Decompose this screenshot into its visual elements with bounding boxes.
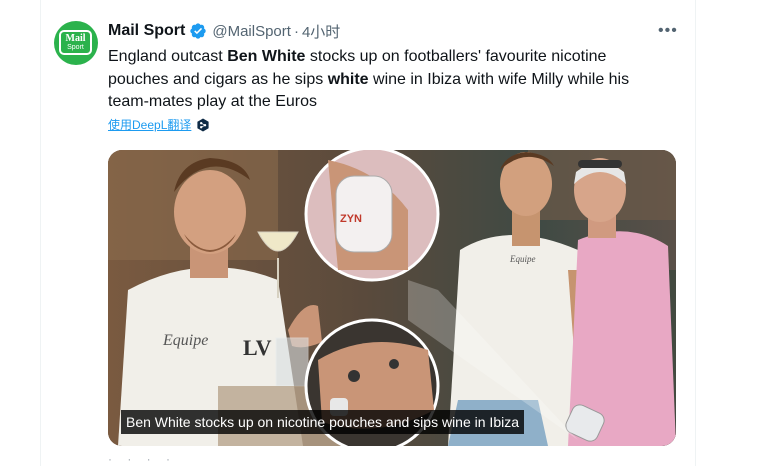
tweet-text: England outcast Ben White stocks up on f… <box>108 48 630 110</box>
svg-text:Equipe: Equipe <box>162 332 208 349</box>
post-time[interactable]: 4小时 <box>302 21 340 42</box>
water-glass <box>275 337 309 387</box>
account-handle[interactable]: @MailSport <box>212 23 291 40</box>
zoom-circle-top: ZYN <box>304 150 440 282</box>
tweet-header: Mail Sport @MailSport · 4小时 <box>108 20 340 42</box>
photo-scene: Equipe LV Equipe ZYN <box>108 150 676 446</box>
image-caption: Ben White stocks up on nicotine pouches … <box>121 410 525 434</box>
account-name[interactable]: Mail Sport <box>108 22 185 40</box>
translate-row[interactable]: 使用DeepL翻译 <box>108 116 210 133</box>
svg-text:LV: LV <box>243 335 272 360</box>
highlight-name: Ben White <box>227 48 306 65</box>
next-tweet-peek: · · · · <box>108 452 176 466</box>
separator-dot: · <box>293 22 299 40</box>
highlight-word: white <box>327 70 369 88</box>
mail-sport-logo: Mail Sport <box>59 30 92 55</box>
svg-text:ZYN: ZYN <box>340 213 362 225</box>
tweet-photo[interactable]: Equipe LV Equipe ZYN Ben White stocks up… <box>108 150 676 446</box>
deepl-icon <box>197 118 209 131</box>
svg-text:Equipe: Equipe <box>509 254 536 264</box>
translate-link[interactable]: 使用DeepL翻译 <box>108 116 191 133</box>
more-options-icon[interactable]: ••• <box>658 22 678 40</box>
avatar[interactable]: Mail Sport <box>54 21 98 65</box>
verified-badge-icon[interactable] <box>189 22 207 40</box>
